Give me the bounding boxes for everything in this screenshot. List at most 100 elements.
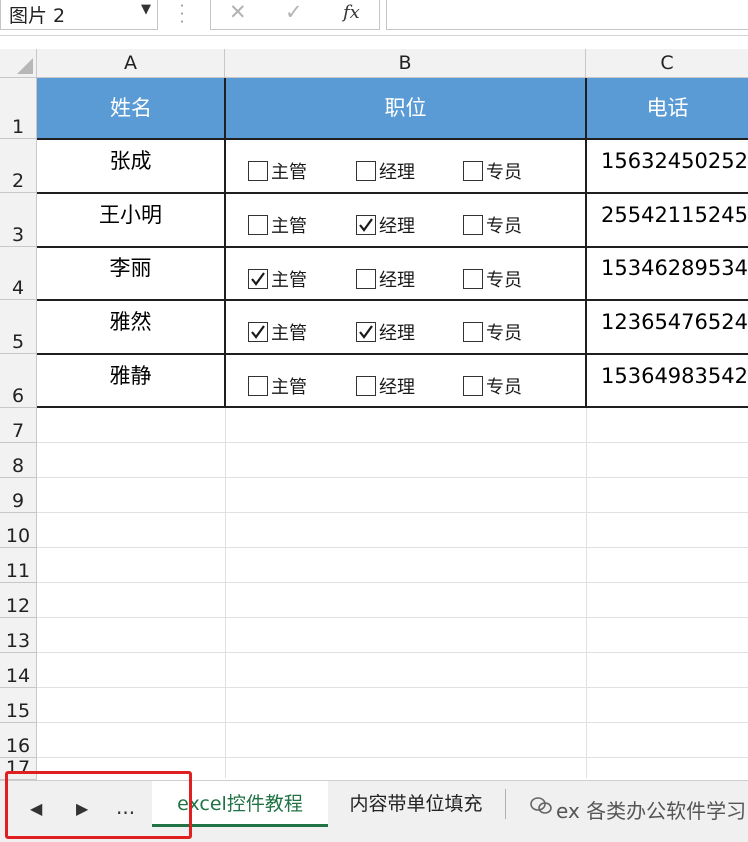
gridline	[37, 687, 748, 688]
unchecked-box-icon[interactable]	[356, 161, 376, 181]
unchecked-box-icon[interactable]	[356, 269, 376, 289]
chevron-down-icon[interactable]: ▼	[141, 2, 151, 17]
name-cell[interactable]: 张成	[37, 139, 224, 193]
row-number: 1	[11, 116, 25, 138]
checkbox-specialist[interactable]: 专员	[463, 159, 522, 183]
checkbox-manager[interactable]: 经理	[356, 267, 415, 291]
checkbox-specialist[interactable]: 专员	[463, 267, 522, 291]
checkbox-supervisor[interactable]: 主管	[248, 159, 307, 183]
cancel-icon[interactable]: ✕	[229, 0, 247, 24]
column-header-b[interactable]: B	[225, 49, 586, 78]
row-header-10[interactable]: 10	[0, 513, 37, 548]
select-all-corner[interactable]	[0, 49, 37, 78]
row-number: 7	[11, 420, 25, 442]
unchecked-box-icon[interactable]	[463, 376, 483, 396]
row-header-7[interactable]: 7	[0, 408, 37, 443]
checkbox-supervisor[interactable]: 主管	[248, 213, 307, 237]
row-header-6[interactable]: 6	[0, 354, 37, 408]
checkbox-label: 经理	[379, 270, 415, 291]
row-header-12[interactable]: 12	[0, 583, 37, 618]
formula-input[interactable]	[386, 0, 748, 30]
checkbox-label: 主管	[271, 270, 307, 291]
row-header-15[interactable]: 15	[0, 688, 37, 723]
checkbox-label: 主管	[271, 216, 307, 237]
checkbox-supervisor[interactable]: 主管	[248, 374, 307, 398]
row-header-8[interactable]: 8	[0, 443, 37, 478]
name-cell[interactable]: 雅然	[37, 300, 224, 354]
checkbox-specialist[interactable]: 专员	[463, 374, 522, 398]
row-header-16[interactable]: 16	[0, 723, 37, 758]
watermark-text: ex 各类办公软件学习 te	[556, 799, 748, 823]
phone-cell[interactable]: 15632450252	[587, 139, 748, 193]
column-header-c[interactable]: C	[586, 49, 748, 78]
table-border	[37, 138, 748, 140]
unchecked-box-icon[interactable]	[248, 376, 268, 396]
row-header-11[interactable]: 11	[0, 548, 37, 583]
phone-cell[interactable]: 12365476524	[587, 300, 748, 354]
row-header-4[interactable]: 4	[0, 247, 37, 300]
row-number: 16	[5, 735, 31, 757]
checkbox-label: 经理	[379, 216, 415, 237]
row-number: 2	[11, 170, 25, 192]
row-number: 5	[11, 331, 25, 353]
unchecked-box-icon[interactable]	[463, 161, 483, 181]
checkbox-label: 经理	[379, 162, 415, 183]
checkbox-supervisor[interactable]: 主管	[248, 320, 307, 344]
header-cell-position[interactable]: 职位	[226, 78, 585, 139]
checkbox-label: 专员	[486, 216, 522, 237]
checkbox-label: 主管	[271, 377, 307, 398]
unchecked-box-icon[interactable]	[463, 215, 483, 235]
row-header-1[interactable]: 1	[0, 78, 37, 139]
row-header-3[interactable]: 3	[0, 193, 37, 247]
formula-bar: 图片 2 ▼ · · · ✕ ✓ fx	[0, 0, 748, 36]
gridline	[37, 652, 748, 653]
unchecked-box-icon[interactable]	[463, 269, 483, 289]
row-header-2[interactable]: 2	[0, 139, 37, 193]
unchecked-box-icon[interactable]	[248, 161, 268, 181]
sheet-tab-unit-fill[interactable]: 内容带单位填充	[330, 781, 502, 827]
checkbox-supervisor[interactable]: 主管	[248, 267, 307, 291]
checked-box-icon[interactable]	[248, 269, 268, 289]
checked-box-icon[interactable]	[356, 215, 376, 235]
header-cell-phone[interactable]: 电话	[587, 78, 748, 139]
row-header-9[interactable]: 9	[0, 478, 37, 513]
row-header-13[interactable]: 13	[0, 618, 37, 653]
table-border	[585, 78, 587, 408]
unchecked-box-icon[interactable]	[356, 376, 376, 396]
table-border	[37, 192, 748, 194]
name-cell[interactable]: 王小明	[37, 193, 224, 247]
checkbox-manager[interactable]: 经理	[356, 213, 415, 237]
row-number: 11	[5, 560, 31, 582]
row-number: 8	[11, 455, 25, 477]
checked-box-icon[interactable]	[356, 322, 376, 342]
insert-function-icon[interactable]: fx	[343, 2, 360, 23]
checkbox-manager[interactable]: 经理	[356, 320, 415, 344]
checked-box-icon[interactable]	[248, 322, 268, 342]
row-number: 13	[5, 630, 31, 652]
row-header-14[interactable]: 14	[0, 653, 37, 688]
gridline	[37, 442, 748, 443]
checkbox-label: 专员	[486, 377, 522, 398]
checkbox-manager[interactable]: 经理	[356, 374, 415, 398]
unchecked-box-icon[interactable]	[248, 215, 268, 235]
phone-cell[interactable]: 15364983542	[587, 354, 748, 408]
name-box[interactable]: 图片 2 ▼	[0, 0, 158, 30]
name-cell[interactable]: 雅静	[37, 354, 224, 408]
checkbox-specialist[interactable]: 专员	[463, 320, 522, 344]
checkbox-specialist[interactable]: 专员	[463, 213, 522, 237]
gridline	[37, 547, 748, 548]
checkbox-label: 主管	[271, 323, 307, 344]
row-number: 15	[5, 700, 31, 722]
unchecked-box-icon[interactable]	[463, 322, 483, 342]
header-cell-name[interactable]: 姓名	[37, 78, 225, 139]
name-cell[interactable]: 李丽	[37, 247, 224, 300]
row-header-5[interactable]: 5	[0, 300, 37, 354]
confirm-icon[interactable]: ✓	[285, 0, 303, 24]
row-number: 12	[5, 595, 31, 617]
row-number: 6	[11, 385, 25, 407]
checkbox-label: 专员	[486, 270, 522, 291]
column-header-a[interactable]: A	[37, 49, 225, 78]
phone-cell[interactable]: 25542115245	[587, 193, 748, 247]
phone-cell[interactable]: 15346289534	[587, 247, 748, 300]
checkbox-manager[interactable]: 经理	[356, 159, 415, 183]
